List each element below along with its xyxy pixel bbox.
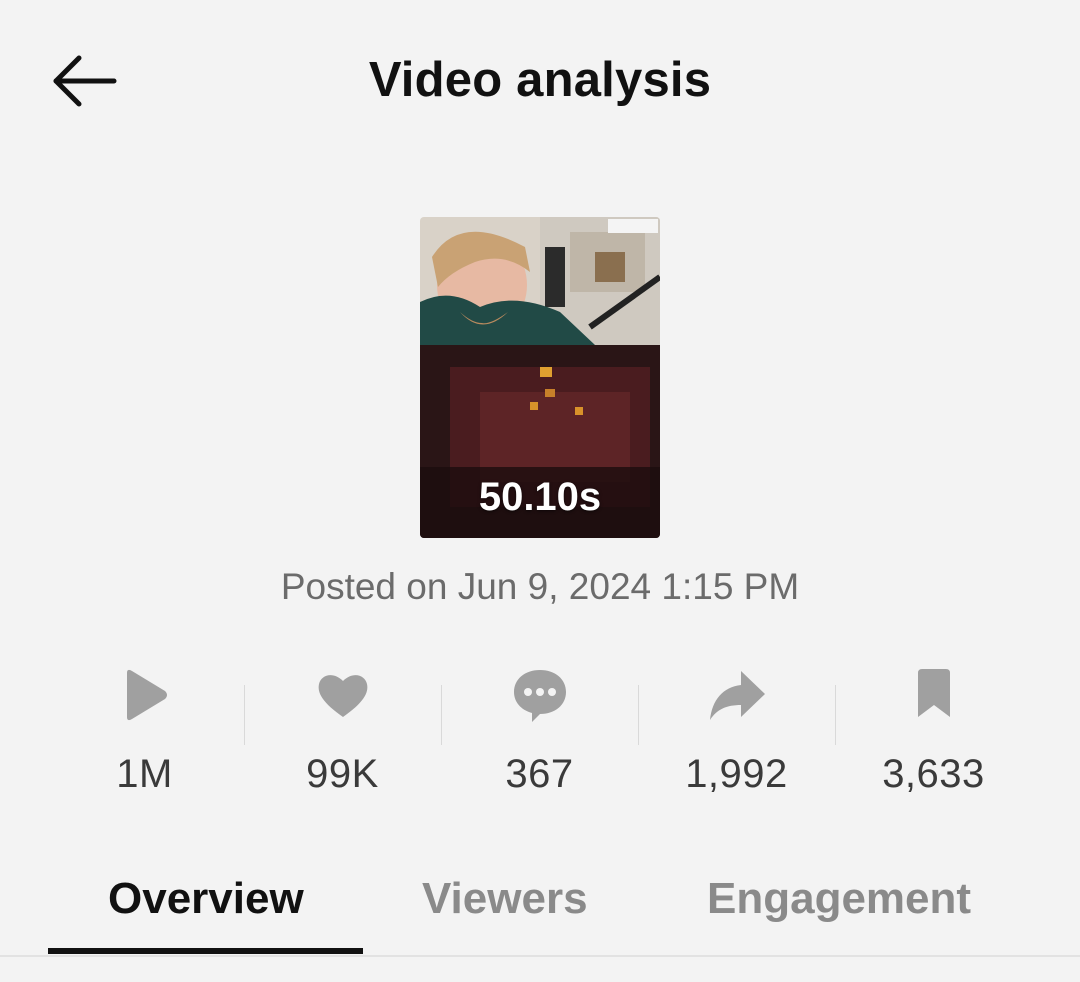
shares-count: 1,992	[685, 752, 788, 796]
tab-viewers[interactable]: Viewers	[422, 874, 588, 924]
heart-icon	[318, 675, 367, 717]
tab-bar-border	[0, 955, 1080, 957]
tab-overview[interactable]: Overview	[108, 874, 304, 924]
video-thumbnail[interactable]: 50.10s	[420, 217, 660, 538]
stat-shares: 1,992	[638, 660, 835, 810]
stat-views: 1M	[46, 660, 243, 810]
video-duration: 50.10s	[478, 475, 602, 519]
bookmark-icon	[917, 669, 950, 717]
comments-count: 367	[505, 752, 574, 796]
active-tab-indicator	[48, 948, 363, 954]
play-icon	[126, 669, 167, 721]
stat-likes: 99K	[244, 660, 441, 810]
page-title: Video analysis	[368, 53, 712, 107]
stat-saves: 3,633	[835, 660, 1032, 810]
stats-row: 1M 99K 367 1,992 3,633	[46, 660, 1034, 810]
share-icon	[709, 671, 765, 720]
top-bar: Video analysis	[0, 0, 1080, 160]
saves-count: 3,633	[882, 752, 985, 796]
likes-count: 99K	[306, 752, 379, 796]
comment-icon	[513, 670, 566, 722]
posted-date: Posted on Jun 9, 2024 1:15 PM	[280, 566, 800, 607]
tab-engagement[interactable]: Engagement	[707, 874, 971, 924]
stat-comments: 367	[441, 660, 638, 810]
views-count: 1M	[116, 752, 173, 796]
tab-bar: Overview Viewers Engagement	[0, 860, 1080, 982]
